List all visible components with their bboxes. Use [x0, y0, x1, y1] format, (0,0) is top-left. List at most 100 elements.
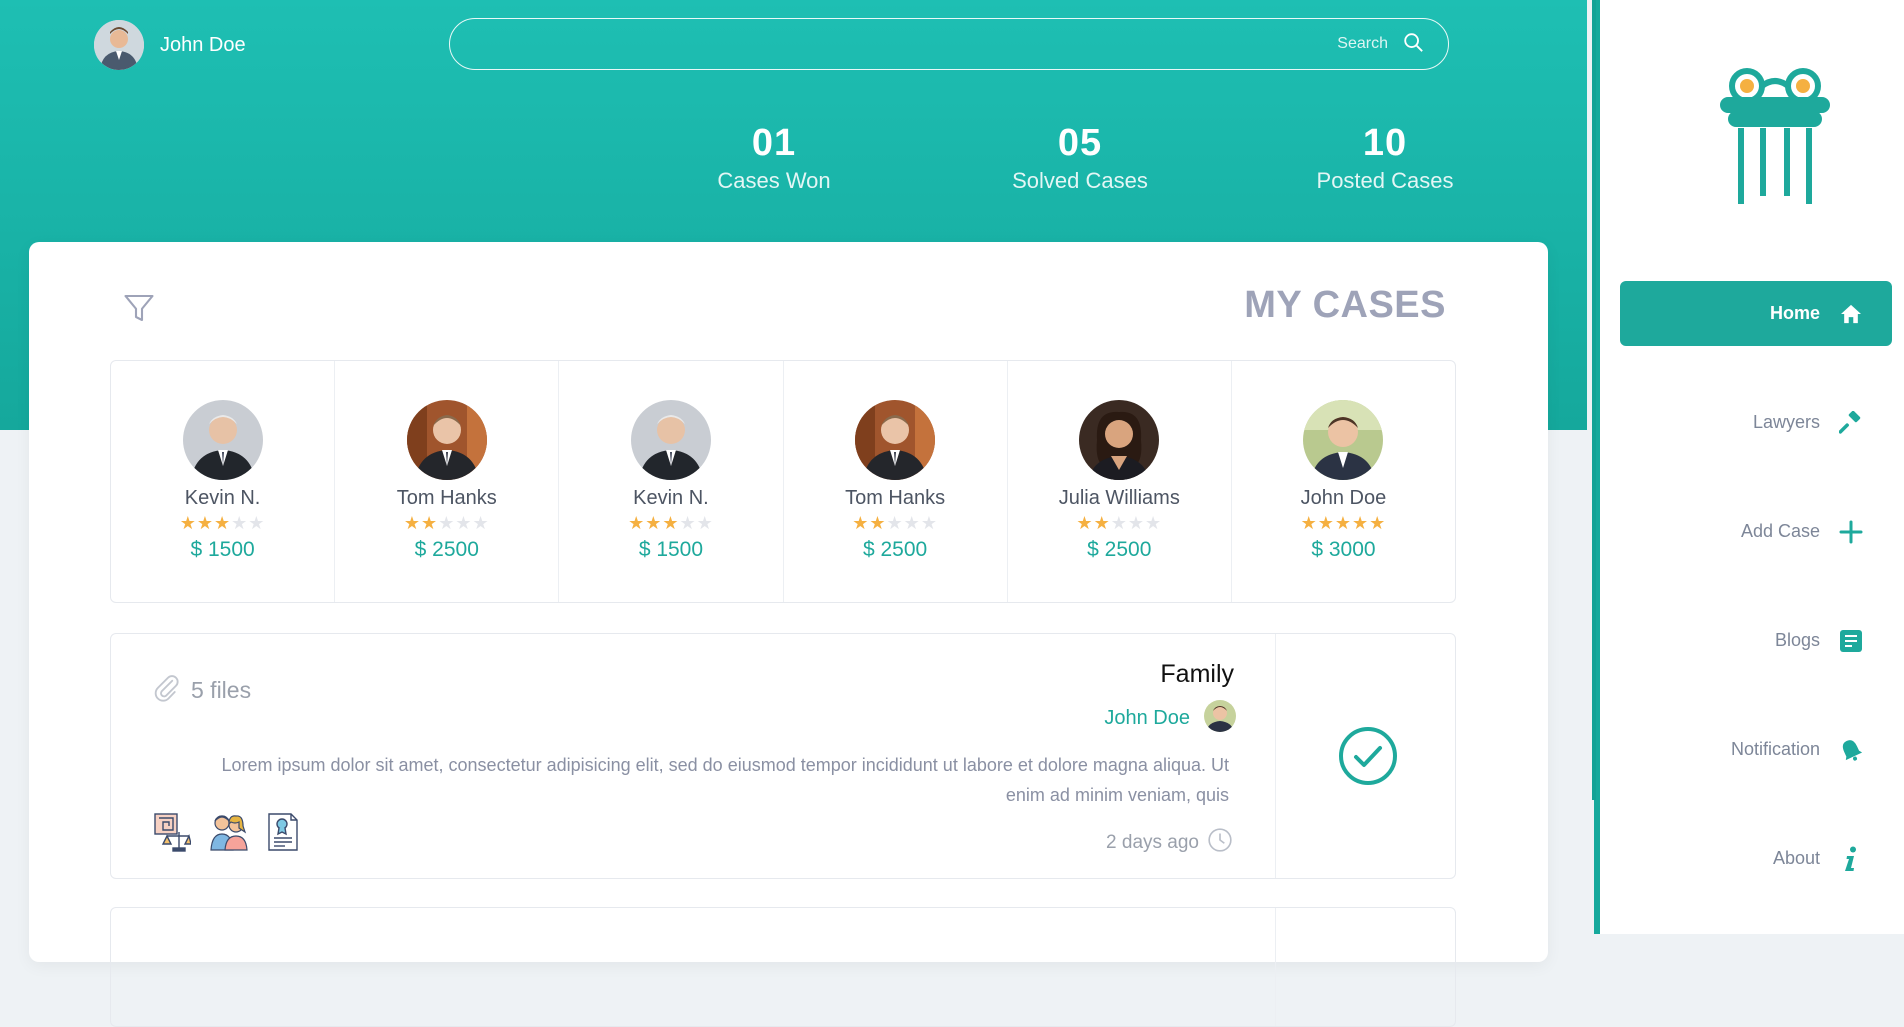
lawyer-avatar[interactable]: [630, 400, 711, 480]
lawyer-avatar[interactable]: [406, 400, 487, 480]
sidebar: Home Lawyers Add Case Blogs Notification…: [1592, 0, 1904, 934]
search-bar[interactable]: [449, 18, 1449, 70]
document-icon[interactable]: [1838, 629, 1864, 653]
star-icon: ★: [920, 513, 938, 533]
star-icon: ★: [455, 513, 473, 533]
search-icon[interactable]: [1402, 31, 1424, 58]
sidebar-item-lawyers[interactable]: Lawyers: [1620, 390, 1892, 455]
star-icon: ★: [1076, 513, 1094, 533]
rating-stars: ★★★★★: [335, 513, 558, 534]
stat-posted-cases: 10 Posted Cases: [1275, 120, 1495, 194]
lawyer-name[interactable]: Kevin N.: [111, 487, 334, 510]
user-name[interactable]: John Doe: [160, 34, 246, 57]
certificate-icon: [267, 812, 299, 857]
star-icon: ★: [628, 513, 646, 533]
attachments[interactable]: 5 files: [151, 670, 251, 710]
star-icon: ★: [248, 513, 266, 533]
rating-stars: ★★★★★: [784, 513, 1007, 534]
rating-stars: ★★★★★: [1008, 513, 1231, 534]
sidebar-item-label[interactable]: Blogs: [1775, 630, 1820, 651]
sidebar-item-about[interactable]: About: [1620, 826, 1892, 891]
sidebar-item-blogs[interactable]: Blogs: [1620, 608, 1892, 673]
stat-label: Posted Cases: [1316, 168, 1454, 193]
star-icon: ★: [1334, 513, 1353, 533]
sidebar-item-add-case[interactable]: Add Case: [1620, 499, 1892, 564]
stat-cases-won: 01 Cases Won: [664, 120, 884, 194]
stat-value: 05: [1057, 122, 1103, 164]
case-owner[interactable]: John Doe: [1104, 700, 1236, 737]
star-icon: ★: [196, 513, 215, 533]
lawyer-avatar[interactable]: [1079, 400, 1160, 480]
lawyer-card[interactable]: Julia Williams ★★★★★ $ 2500: [1008, 361, 1232, 602]
sidebar-item-label[interactable]: Add Case: [1741, 521, 1820, 542]
plus-icon[interactable]: [1838, 520, 1864, 544]
lawyer-card[interactable]: Kevin N. ★★★★★ $ 1500: [111, 361, 336, 602]
star-icon: ★: [1144, 513, 1163, 533]
files-count[interactable]: 5 files: [191, 677, 251, 704]
family-icon: [209, 812, 249, 857]
lawyer-avatar[interactable]: [855, 400, 936, 480]
my-cases-card: MY CASES Kevin N. ★★★★★ $ 1500 Tom Hanks…: [29, 242, 1548, 1027]
bell-icon[interactable]: [1838, 738, 1864, 762]
page-title: MY CASES: [1244, 284, 1446, 326]
star-icon: ★: [1300, 513, 1318, 533]
rating-stars: ★★★★★: [1232, 513, 1455, 534]
lawyer-avatar[interactable]: [182, 400, 263, 480]
lawyer-name[interactable]: John Doe: [1232, 487, 1455, 510]
user-profile[interactable]: John Doe: [94, 20, 246, 70]
lawyer-name[interactable]: Julia Williams: [1008, 487, 1231, 510]
sidebar-item-home[interactable]: Home: [1620, 281, 1892, 346]
star-icon: ★: [231, 513, 249, 533]
lawyer-price: $ 1500: [638, 538, 704, 561]
stat-label: Solved Cases: [1012, 168, 1148, 193]
star-icon: ★: [679, 513, 697, 533]
lawyer-name[interactable]: Tom Hanks: [784, 487, 1007, 510]
avatar[interactable]: [94, 20, 144, 70]
star-icon: ★: [1317, 513, 1335, 533]
divider: [1275, 634, 1276, 878]
sidebar-item-label[interactable]: Notification: [1731, 739, 1820, 760]
star-icon: ★: [869, 513, 887, 533]
info-icon[interactable]: [1838, 846, 1864, 872]
lawyer-card[interactable]: Tom Hanks ★★★★★ $ 2500: [335, 361, 560, 602]
lawyer-avatar[interactable]: [1303, 400, 1384, 480]
timestamp-text: 2 days ago: [1106, 832, 1199, 853]
lawyer-card[interactable]: Tom Hanks ★★★★★ $ 2500: [784, 361, 1008, 602]
lawyer-card[interactable]: Kevin N. ★★★★★ $ 1500: [559, 361, 784, 602]
star-icon: ★: [1369, 513, 1387, 533]
divider: [1275, 908, 1276, 1026]
logo-icon: [1715, 62, 1835, 217]
case-card[interactable]: 5 files Family John Doe Lorem ipsum dolo…: [110, 633, 1456, 879]
lawyer-price: $ 2500: [862, 538, 928, 561]
scrollbar[interactable]: [1592, 0, 1596, 800]
stat-value: 10: [1362, 122, 1408, 164]
sidebar-item-notification[interactable]: Notification: [1620, 717, 1892, 782]
case-type: Family: [1160, 660, 1234, 688]
search-input[interactable]: [450, 34, 1390, 54]
avatar[interactable]: [1204, 700, 1236, 737]
star-icon: ★: [403, 513, 422, 533]
case-description: Lorem ipsum dolor sit amet, consectetur …: [221, 755, 1229, 805]
clock-icon: [1207, 827, 1233, 859]
home-icon[interactable]: [1838, 304, 1864, 324]
lawyer-card[interactable]: John Doe ★★★★★ $ 3000: [1232, 361, 1455, 602]
stat-solved-cases: 05 Solved Cases: [970, 120, 1190, 194]
lawyer-name[interactable]: Kevin N.: [559, 487, 782, 510]
rating-stars: ★★★★★: [559, 513, 782, 534]
sidebar-item-label[interactable]: Home: [1770, 303, 1820, 324]
gavel-icon[interactable]: [1838, 410, 1864, 435]
stat-label: Cases Won: [717, 168, 831, 193]
lawyer-price: $ 2500: [1087, 538, 1152, 561]
case-owner-name[interactable]: John Doe: [1104, 707, 1190, 730]
filter-icon[interactable]: [121, 290, 157, 331]
check-circle-icon[interactable]: [1337, 725, 1399, 792]
star-icon: ★: [179, 513, 197, 533]
star-icon: ★: [886, 513, 904, 533]
case-categories: [153, 812, 299, 857]
lawyer-price: $ 1500: [190, 538, 255, 561]
sidebar-item-label[interactable]: About: [1773, 848, 1820, 869]
star-icon: ★: [438, 513, 456, 533]
lawyer-name[interactable]: Tom Hanks: [335, 487, 558, 510]
sidebar-item-label[interactable]: Lawyers: [1753, 412, 1820, 433]
case-card[interactable]: [110, 907, 1456, 1027]
